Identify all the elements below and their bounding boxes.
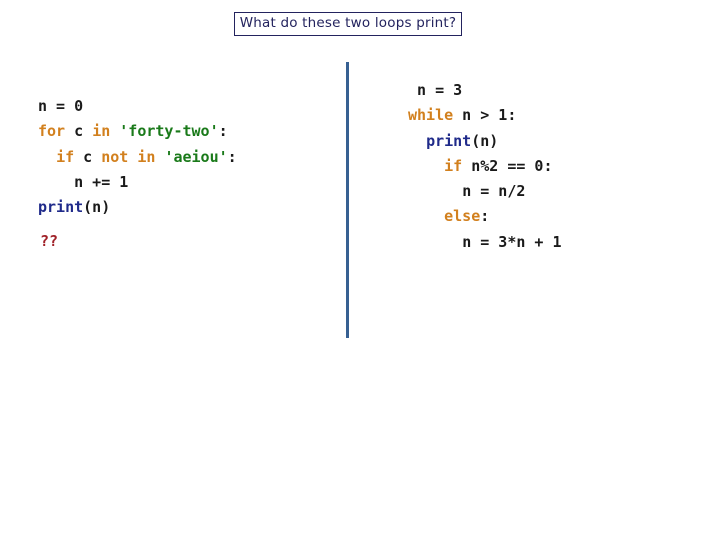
code-left-line-1: for c in 'forty-two': [38, 122, 228, 140]
code-right-line-3: if n%2 == 0: [408, 156, 553, 175]
code-token-fn: print [38, 198, 84, 217]
code-token-pl: n > 1: [453, 106, 517, 125]
code-token-pl: : [480, 207, 490, 226]
code-token-kw: for [38, 122, 66, 141]
vertical-divider [346, 62, 349, 338]
code-token-pl: : [218, 122, 228, 141]
code-right-line-1: while n > 1: [408, 106, 516, 124]
title-box: What do these two loops print? [234, 12, 462, 36]
code-block-right: n = 3 while n > 1: print(n) if n%2 == 0:… [408, 78, 562, 255]
code-block-left: n = 0 for c in 'forty-two': if c not in … [38, 94, 237, 220]
code-token-pl: n = n/2 [462, 182, 526, 201]
code-token-kw: else [444, 207, 481, 226]
code-token-pl: : [227, 147, 237, 166]
code-token-pl: (n) [83, 198, 111, 217]
code-token-pl: c [65, 122, 93, 141]
code-token-fn: print [426, 131, 472, 150]
code-right-line-6: n = 3*n + 1 [408, 232, 562, 251]
code-token-kw: if [444, 156, 463, 175]
code-token-str: 'forty-two' [119, 122, 219, 141]
code-right-line-4: n = n/2 [408, 182, 525, 200]
code-right-line-2: print(n) [408, 132, 498, 150]
code-token-pl: n%2 == 0: [462, 156, 553, 175]
code-token-pl: (n) [471, 131, 499, 150]
code-token-kw: if [56, 147, 75, 166]
code-token-pl: n += 1 [74, 172, 129, 191]
code-left-line-0: n = 0 [38, 97, 83, 115]
code-token-pl: c [74, 147, 102, 166]
code-right-line-0: n = 3 [408, 81, 462, 99]
code-left-line-2: if c not in 'aeiou': [38, 148, 237, 166]
code-token-kw: not in [101, 147, 156, 166]
code-token-pl: n = 3*n + 1 [462, 232, 562, 251]
code-token-pl: n = 3 [417, 81, 463, 99]
code-token-str: 'aeiou' [164, 147, 228, 166]
slide-canvas: What do these two loops print? n = 0 for… [0, 0, 720, 540]
code-left-line-4: print(n) [38, 198, 110, 216]
code-token-kw: in [92, 122, 111, 141]
code-right-line-5: else: [408, 207, 489, 225]
answer-placeholder: ?? [40, 232, 59, 250]
code-token-kw: while [408, 106, 454, 125]
code-token-pl: n = 0 [38, 97, 84, 115]
page-title: What do these two loops print? [239, 15, 457, 32]
code-left-line-3: n += 1 [38, 173, 128, 191]
